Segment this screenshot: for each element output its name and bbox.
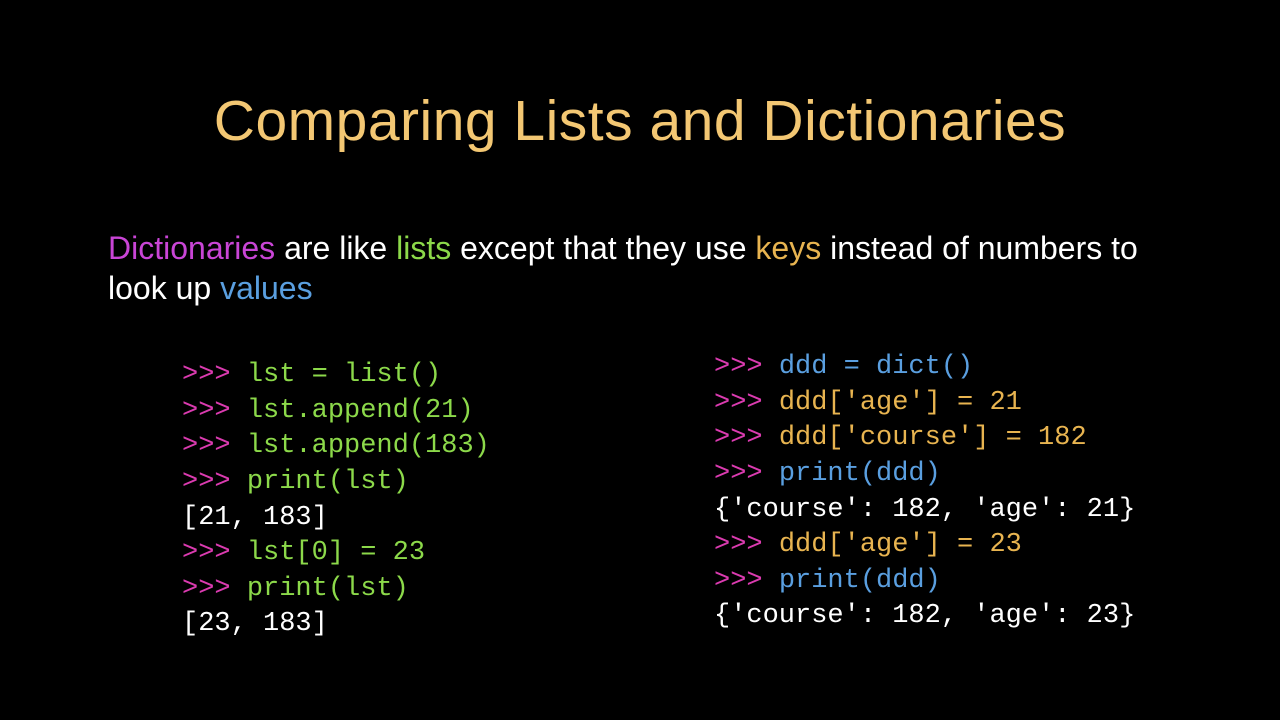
prompt-icon: >>> [182,574,247,604]
code-block-dict: >>> ddd = dict() >>> ddd['age'] = 21 >>>… [714,350,1135,635]
prompt-icon: >>> [714,459,779,489]
prompt-icon: >>> [182,538,247,568]
code-line: print(lst) [247,467,409,497]
code-line: ddd['course'] = 182 [779,423,1087,453]
code-output: {'course': 182, 'age': 23} [714,601,1135,631]
keyword-dictionaries: Dictionaries [108,230,275,266]
code-line: ddd['age'] = 23 [779,530,1022,560]
prompt-icon: >>> [714,423,779,453]
code-line: ddd['age'] = 21 [779,388,1022,418]
code-line: lst.append(183) [247,431,490,461]
prompt-icon: >>> [182,396,247,426]
subtitle-text-2: except that they use [451,230,755,266]
prompt-icon: >>> [182,467,247,497]
prompt-icon: >>> [714,388,779,418]
code-output: [21, 183] [182,503,328,533]
subtitle-text-1: are like [275,230,396,266]
code-line: print(ddd) [779,459,941,489]
keyword-lists: lists [396,230,451,266]
prompt-icon: >>> [714,566,779,596]
code-line: print(ddd) [779,566,941,596]
code-line: ddd = dict() [779,352,973,382]
slide-container: Comparing Lists and Dictionaries Diction… [0,0,1280,720]
code-line: lst = list() [247,360,441,390]
code-block-list: >>> lst = list() >>> lst.append(21) >>> … [182,358,490,643]
prompt-icon: >>> [714,352,779,382]
code-line: print(lst) [247,574,409,604]
slide-title: Comparing Lists and Dictionaries [0,0,1280,154]
code-line: lst[0] = 23 [247,538,425,568]
keyword-values: values [220,270,313,306]
code-line: lst.append(21) [247,396,474,426]
code-output: [23, 183] [182,609,328,639]
prompt-icon: >>> [182,360,247,390]
prompt-icon: >>> [182,431,247,461]
prompt-icon: >>> [714,530,779,560]
slide-subtitle: Dictionaries are like lists except that … [108,228,1200,308]
keyword-keys: keys [755,230,821,266]
code-output: {'course': 182, 'age': 21} [714,495,1135,525]
